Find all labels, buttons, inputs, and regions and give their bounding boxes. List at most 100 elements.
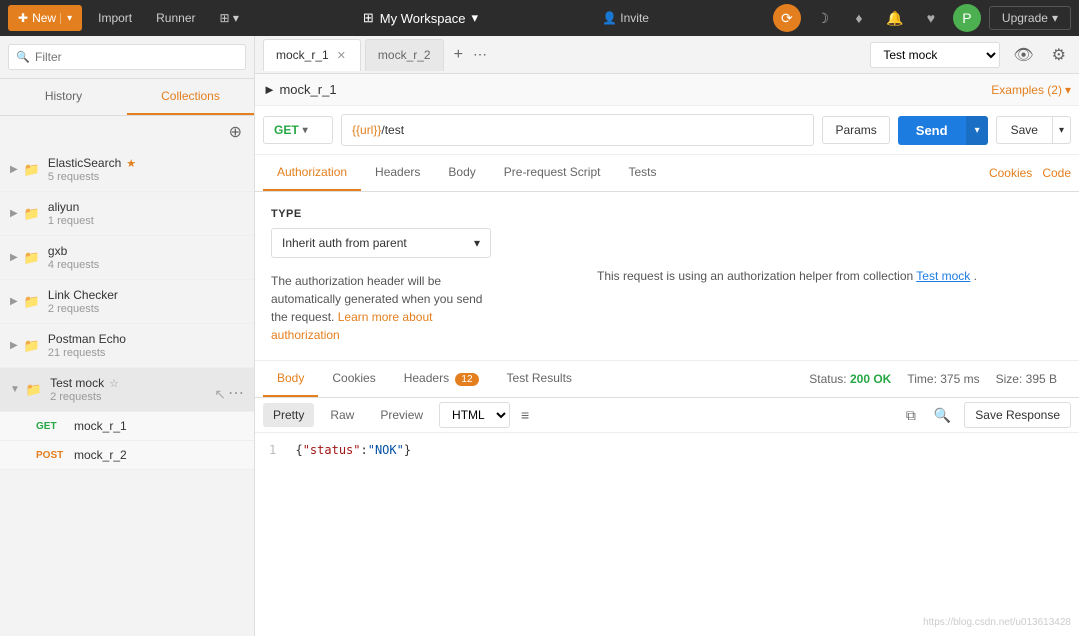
size-value: 395 B [1026, 372, 1057, 386]
import-button[interactable]: Import [90, 7, 140, 29]
tab-bar: mock_r_1 ✕ mock_r_2 + ⋯ Test mock 👁 ⚙ [255, 36, 1079, 74]
sidebar-actions: ⊕ [0, 116, 254, 148]
copy-icon[interactable]: ⧉ [901, 404, 921, 427]
send-dropdown-button[interactable]: ▾ [966, 116, 988, 145]
fmt-tab-preview[interactable]: Preview [370, 403, 433, 427]
avatar[interactable]: P [953, 4, 981, 32]
collection-star-empty[interactable]: ☆ [109, 377, 119, 390]
request-item-mock-r1[interactable]: GET mock_r_1 [0, 412, 254, 441]
add-tab-button[interactable]: + [448, 46, 469, 64]
more-button[interactable]: ⋯ [224, 381, 248, 405]
collection-item-aliyun[interactable]: ▶ 📁 aliyun 1 request [0, 192, 254, 236]
new-button[interactable]: ✚ New ▾ [8, 5, 82, 31]
save-btn-group: Save ▾ [996, 116, 1071, 144]
search-icon: 🔍 [16, 51, 30, 64]
folder-icon: 📁 [26, 382, 42, 398]
save-button[interactable]: Save [996, 116, 1053, 144]
resp-tab-body[interactable]: Body [263, 361, 318, 397]
request-item-mock-r2[interactable]: POST mock_r_2 [0, 441, 254, 470]
collection-item-postman-echo[interactable]: ▶ 📁 Postman Echo 21 requests [0, 324, 254, 368]
examples-link[interactable]: Examples (2) ▾ [991, 83, 1071, 97]
request-tabs: Authorization Headers Body Pre-request S… [255, 155, 1079, 192]
workspace-arrow: ▾ [472, 10, 479, 26]
status-value: 200 OK [850, 372, 891, 386]
format-select[interactable]: HTML JSON XML Text [439, 402, 510, 428]
new-dropdown-arrow[interactable]: ▾ [60, 13, 72, 24]
sidebar: 🔍 History Collections ⊕ ▶ 📁 ElasticSearc… [0, 36, 255, 636]
collection-item-link-checker[interactable]: ▶ 📁 Link Checker 2 requests [0, 280, 254, 324]
bell-icon[interactable]: 🔔 [881, 4, 909, 32]
tab-close-button[interactable]: ✕ [335, 49, 348, 62]
moon-icon[interactable]: ☽ [809, 4, 837, 32]
runner-button[interactable]: Runner [148, 7, 203, 29]
add-collection-button[interactable]: ⊕ [225, 120, 246, 144]
collection-info: ElasticSearch ★ 5 requests [48, 156, 244, 183]
settings-button[interactable]: ⚙ [1047, 42, 1071, 68]
top-icons: ⟳ ☽ ♦ 🔔 ♥ P Upgrade ▾ [773, 4, 1071, 32]
auth-left: TYPE Inherit auth from parent ▾ The auth… [271, 208, 491, 344]
tab-history[interactable]: History [0, 79, 127, 115]
params-button[interactable]: Params [822, 116, 889, 144]
heart-icon[interactable]: ♥ [917, 4, 945, 32]
fmt-tab-pretty[interactable]: Pretty [263, 403, 314, 427]
tab-tests[interactable]: Tests [614, 155, 670, 191]
plus-icon: ✚ [18, 11, 28, 25]
folder-icon: 📁 [24, 162, 40, 178]
tab-mock-r2[interactable]: mock_r_2 [365, 39, 444, 71]
tab-collections[interactable]: Collections [127, 79, 254, 115]
collection-info: Link Checker 2 requests [48, 288, 244, 315]
save-dropdown-button[interactable]: ▾ [1053, 116, 1071, 144]
upgrade-label: Upgrade [1002, 11, 1048, 25]
code-link[interactable]: Code [1042, 166, 1071, 180]
send-button[interactable]: Send [898, 116, 966, 145]
auth-type-select[interactable]: Inherit auth from parent ▾ [271, 228, 491, 258]
request-name: mock_r_1 [74, 419, 127, 433]
collection-item-gxb[interactable]: ▶ 📁 gxb 4 requests [0, 236, 254, 280]
workspace-button[interactable]: ⊞ My Workspace ▾ [363, 10, 478, 26]
search-response-icon[interactable]: 🔍 [929, 404, 956, 427]
resp-tab-cookies[interactable]: Cookies [318, 361, 389, 397]
tab-headers[interactable]: Headers [361, 155, 434, 191]
collection-item-elasticsearch[interactable]: ▶ 📁 ElasticSearch ★ 5 requests [0, 148, 254, 192]
arrow-icon: ▶ [10, 252, 18, 263]
save-response-button[interactable]: Save Response [964, 402, 1071, 428]
fmt-tab-raw[interactable]: Raw [320, 403, 364, 427]
sidebar-tabs: History Collections [0, 79, 254, 116]
response-json: {"status":"NOK"} [295, 443, 411, 457]
url-input[interactable]: {{url}}/test [341, 114, 814, 146]
upgrade-button[interactable]: Upgrade ▾ [989, 6, 1071, 30]
tab-pre-request[interactable]: Pre-request Script [490, 155, 615, 191]
url-var: {{url}} [352, 123, 381, 137]
request-name: mock_r_2 [74, 448, 127, 462]
tab-label: mock_r_2 [378, 48, 431, 62]
right-panel: mock_r_1 ✕ mock_r_2 + ⋯ Test mock 👁 ⚙ ► … [255, 36, 1079, 636]
workspace-icon: ⊞ [363, 10, 374, 26]
filter-input[interactable] [8, 44, 246, 70]
user-icon[interactable]: ♦ [845, 4, 873, 32]
sync-icon[interactable]: ⟳ [773, 4, 801, 32]
tab-right-controls: Test mock 👁 ⚙ [870, 42, 1071, 68]
collection-item-test-mock[interactable]: ▼ 📁 Test mock ☆ 2 requests ↖ ⋯ [0, 368, 254, 412]
invite-button[interactable]: 👤 Invite [594, 7, 657, 29]
arrow-icon: ▶ [10, 208, 18, 219]
folder-icon: 📁 [24, 338, 40, 354]
resp-tab-headers[interactable]: Headers 12 [390, 361, 493, 397]
send-btn-group: Send ▾ [898, 116, 988, 145]
auth-collection-link[interactable]: Test mock [916, 269, 970, 283]
collection-info: Postman Echo 21 requests [48, 332, 244, 359]
collections-list: ▶ 📁 ElasticSearch ★ 5 requests ▶ 📁 aliyu… [0, 148, 254, 636]
cookies-link[interactable]: Cookies [989, 166, 1032, 180]
more-tabs-button[interactable]: ⋯ [473, 46, 487, 63]
wrap-icon[interactable]: ≡ [516, 404, 534, 426]
arrow-icon: ▼ [10, 384, 20, 395]
eye-button[interactable]: 👁 [1008, 42, 1038, 68]
response-line: 1 {"status":"NOK"} [269, 443, 1065, 457]
tab-authorization[interactable]: Authorization [263, 155, 361, 191]
tab-mock-r1[interactable]: mock_r_1 ✕ [263, 39, 361, 71]
tab-body[interactable]: Body [434, 155, 489, 191]
request-header: ► mock_r_1 Examples (2) ▾ [255, 74, 1079, 106]
method-select[interactable]: GET ▾ [263, 116, 333, 144]
mock-select[interactable]: Test mock [870, 42, 1000, 68]
resp-tab-test-results[interactable]: Test Results [493, 361, 586, 397]
layout-button[interactable]: ⊞ ▾ [211, 7, 246, 29]
